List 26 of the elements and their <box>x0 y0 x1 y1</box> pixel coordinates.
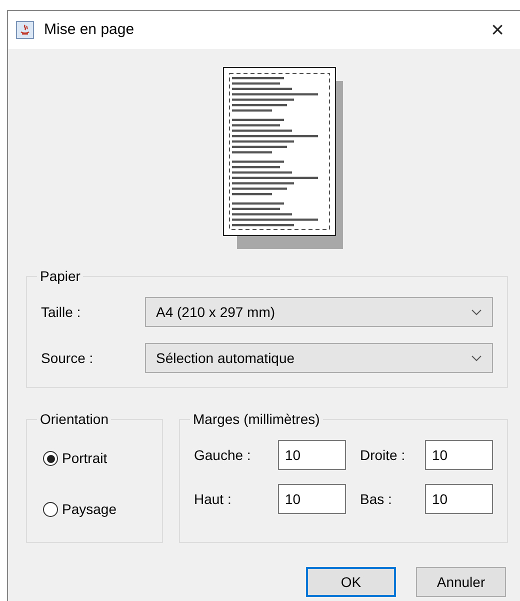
field-label: Source : <box>41 348 94 368</box>
group-label: Orientation <box>39 412 110 426</box>
field-label: Bas : <box>360 490 393 508</box>
number-field[interactable]: 10 <box>425 484 493 514</box>
radio-button[interactable] <box>43 451 58 466</box>
field-label: Gauche : <box>194 446 252 464</box>
number-field[interactable]: 10 <box>425 440 493 470</box>
dropdown[interactable]: A4 (210 x 297 mm) <box>145 297 493 327</box>
chevron-down-icon <box>471 308 482 316</box>
radio-button[interactable] <box>43 502 58 517</box>
dropdown[interactable]: Sélection automatique <box>145 343 493 373</box>
number-field[interactable]: 10 <box>278 440 346 470</box>
chevron-down-icon <box>471 354 482 362</box>
dialog-button[interactable]: OK <box>306 567 396 597</box>
group-label: Marges (millimètres) <box>192 412 321 426</box>
number-field[interactable]: 10 <box>278 484 346 514</box>
field-label: Taille : <box>41 302 82 322</box>
field-label: Haut : <box>194 490 232 508</box>
close-button[interactable]: × <box>485 19 510 41</box>
java-app-icon <box>16 21 34 39</box>
dialog-button[interactable]: Annuler <box>416 567 506 597</box>
window-title: Mise en page <box>44 20 134 40</box>
group-label: Papier <box>39 269 82 283</box>
field-label: Droite : <box>360 446 406 464</box>
radio-option[interactable]: Paysage <box>43 499 148 520</box>
radio-option[interactable]: Portrait <box>43 448 148 469</box>
